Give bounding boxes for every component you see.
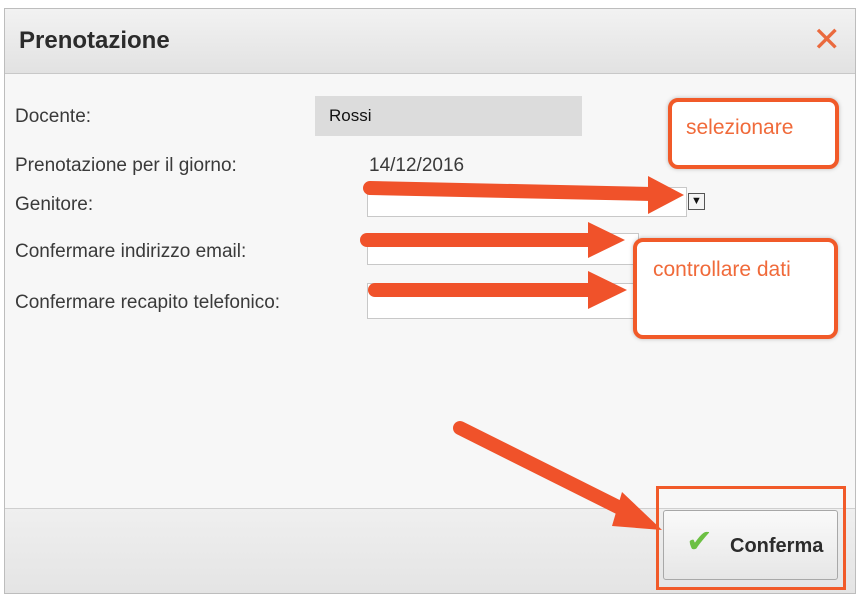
arrow-to-email-head bbox=[588, 222, 625, 258]
confirm-button-label: Conferma bbox=[730, 535, 824, 557]
checkmark-icon: ✔ bbox=[686, 523, 713, 559]
arrow-to-select-head bbox=[648, 176, 684, 214]
confirm-button[interactable]: ✔ Conferma bbox=[663, 510, 838, 580]
arrow-to-phone-head bbox=[588, 271, 627, 309]
arrow-to-confirm-head bbox=[612, 492, 662, 530]
arrow-to-select bbox=[363, 181, 659, 201]
arrow-to-confirm bbox=[453, 421, 635, 519]
